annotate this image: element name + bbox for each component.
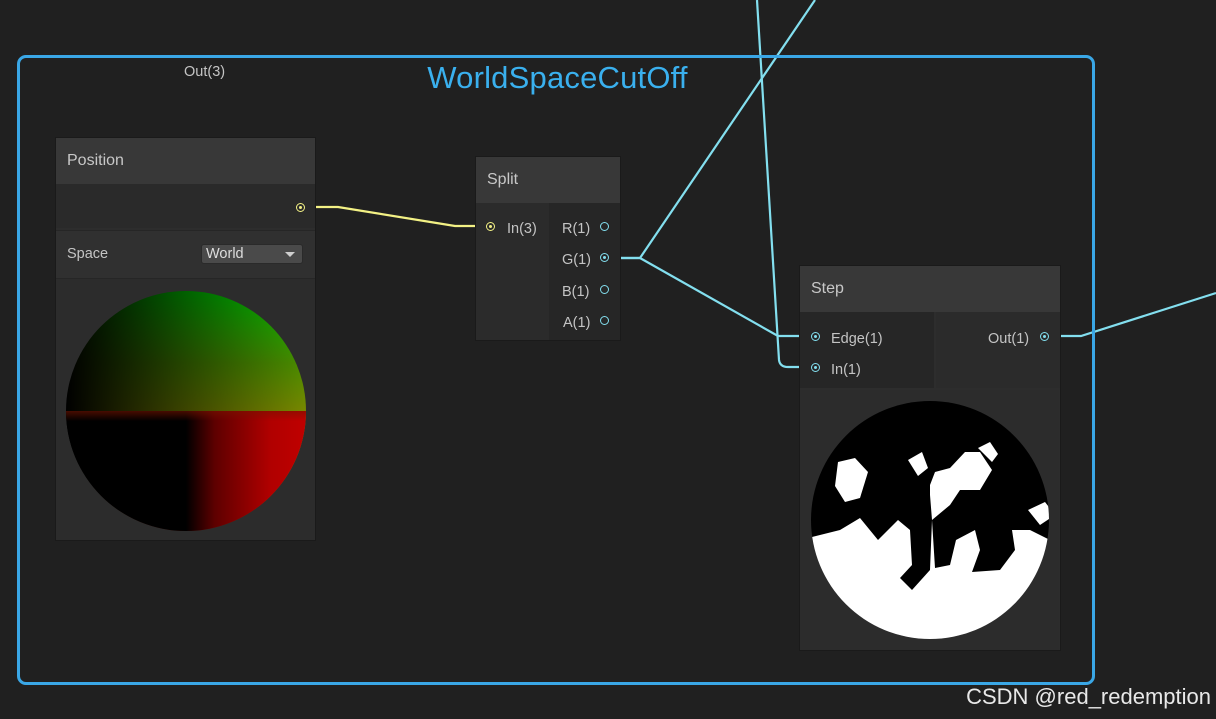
step-in-port[interactable]: [811, 363, 820, 372]
step-outputs: [936, 312, 1060, 388]
split-node-title: Split: [487, 171, 519, 188]
position-out-port[interactable]: [296, 203, 305, 212]
split-node-header[interactable]: Split: [476, 157, 620, 203]
position-node-title: Position: [67, 152, 124, 169]
step-node-header[interactable]: Step: [800, 266, 1060, 312]
split-in-label: In(3): [507, 221, 537, 237]
step-edge-port[interactable]: [811, 332, 820, 341]
step-node[interactable]: Step: [800, 266, 1060, 650]
split-out-b-port[interactable]: [600, 285, 609, 294]
split-out-b-label: B(1): [562, 284, 590, 300]
split-in-port[interactable]: [486, 222, 495, 231]
split-out-a-label: A(1): [563, 315, 591, 331]
step-out-label: Out(1): [988, 331, 1030, 347]
position-preview-sphere: [66, 291, 306, 531]
chevron-down-icon: [285, 252, 295, 257]
position-out-label: Out(3): [184, 64, 226, 80]
position-node-header[interactable]: Position: [56, 138, 315, 184]
step-out-port[interactable]: [1040, 332, 1049, 341]
split-out-g-port[interactable]: [600, 253, 609, 262]
space-dropdown-value: World: [206, 246, 244, 262]
watermark: CSDN @red_redemption: [966, 684, 1211, 709]
split-out-a-port[interactable]: [600, 316, 609, 325]
position-output-row: Out(3): [56, 64, 315, 228]
step-node-title: Step: [811, 280, 844, 297]
sphere-lower-half: [66, 411, 306, 531]
split-out-g-label: G(1): [562, 252, 591, 268]
split-out-r-label: R(1): [562, 221, 591, 237]
space-row: Space World: [56, 230, 315, 279]
split-node[interactable]: Split: [476, 157, 620, 340]
space-dropdown[interactable]: World: [201, 244, 303, 264]
step-in-label: In(1): [831, 362, 861, 378]
space-label: Space: [67, 246, 109, 262]
step-edge-label: Edge(1): [831, 331, 883, 347]
position-node[interactable]: Position Out(3) Space World: [56, 64, 315, 540]
group-title[interactable]: WorldSpaceCutOff: [0, 60, 1115, 96]
step-preview-mask: [811, 401, 1049, 639]
position-preview: [56, 279, 315, 540]
step-preview: [800, 390, 1059, 650]
split-out-r-port[interactable]: [600, 222, 609, 231]
step-inputs: [800, 312, 934, 388]
